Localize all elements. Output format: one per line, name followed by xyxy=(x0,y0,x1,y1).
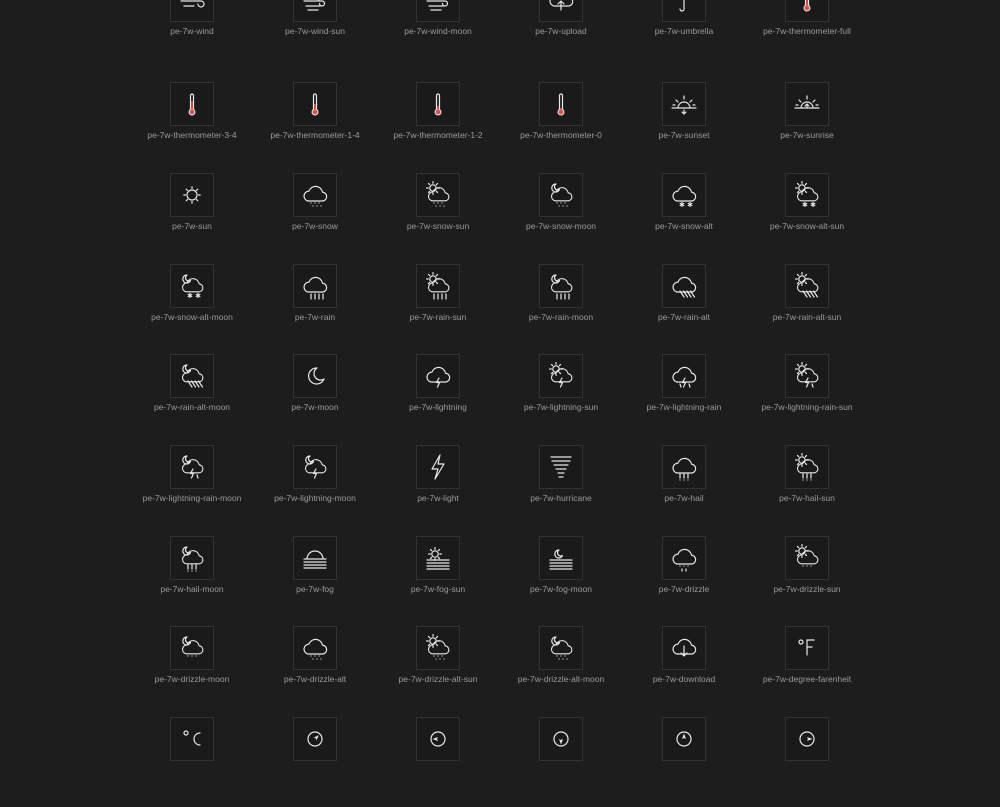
cloud-download-icon xyxy=(662,626,706,670)
icon-card[interactable]: pe-7w-lightning-rain-sun xyxy=(727,354,887,444)
icon-card[interactable] xyxy=(727,717,887,807)
fog-icon xyxy=(293,536,337,580)
icon-card[interactable]: pe-7w-drizzle-sun xyxy=(727,536,887,626)
cloud-lightning-moon-icon xyxy=(293,445,337,489)
moon-icon xyxy=(293,354,337,398)
compass-north-east-icon xyxy=(293,717,337,761)
icon-grid: pe-7w-wind pe-7w-wind-sun pe-7w-wind-moon p… xyxy=(0,0,1000,761)
cloud-rain-alt-moon-icon xyxy=(170,354,214,398)
sun-icon xyxy=(170,173,214,217)
cloud-lightning-rain-icon xyxy=(662,354,706,398)
icon-card[interactable]: pe-7w-thermometer-full xyxy=(727,0,887,68)
icon-class-label: pe-7w-thermometer-full xyxy=(763,26,851,36)
icon-class-label: pe-7w-drizzle-sun xyxy=(773,584,841,594)
cloud-rain-alt-sun-icon xyxy=(785,264,829,308)
degree-celsius-icon xyxy=(170,717,214,761)
cloud-lightning-sun-icon xyxy=(539,354,583,398)
cloud-drizzle-icon xyxy=(662,536,706,580)
svg-text:✱ ✱: ✱ ✱ xyxy=(802,201,816,209)
cloud-hail-moon-icon xyxy=(170,536,214,580)
cloud-hail-sun-icon xyxy=(785,445,829,489)
sunrise-icon xyxy=(785,82,829,126)
compass-north-icon xyxy=(662,717,706,761)
bolt-icon xyxy=(416,445,460,489)
umbrella-icon xyxy=(662,0,706,22)
compass-south-icon xyxy=(539,717,583,761)
cloud-upload-icon xyxy=(539,0,583,22)
icon-card[interactable]: pe-7w-sunrise xyxy=(727,82,887,172)
cloud-snow-moon-icon xyxy=(539,173,583,217)
cloud-lightning-icon xyxy=(416,354,460,398)
cloud-rain-moon-icon xyxy=(539,264,583,308)
icon-class-label: pe-7w-degree-farenheit xyxy=(762,674,852,684)
icon-class-label: pe-7w-rain-alt-sun xyxy=(772,312,842,322)
icon-class-label: pe-7w-snow-alt-sun xyxy=(769,221,845,231)
svg-text:✱ ✱: ✱ ✱ xyxy=(679,201,693,209)
thermometer-1-2-icon xyxy=(416,82,460,126)
fog-sun-icon xyxy=(416,536,460,580)
sunset-icon xyxy=(662,82,706,126)
cloud-hail-icon xyxy=(662,445,706,489)
icon-card[interactable]: pe-7w-hail-sun xyxy=(727,445,887,535)
cloud-lightning-rain-moon-icon xyxy=(170,445,214,489)
cloud-drizzle-sun-icon xyxy=(785,536,829,580)
thermometer-full-icon xyxy=(785,0,829,22)
wind-sun-icon xyxy=(293,0,337,22)
wind-moon-icon xyxy=(416,0,460,22)
cloud-drizzle-alt-sun-icon xyxy=(416,626,460,670)
cloud-rain-alt-icon xyxy=(662,264,706,308)
degree-fahrenheit-icon xyxy=(785,626,829,670)
thermometer-3-4-icon xyxy=(170,82,214,126)
cloud-lightning-rain-sun-icon xyxy=(785,354,829,398)
icon-card[interactable]: pe-7w-rain-alt-sun xyxy=(727,264,887,354)
compass-east-icon xyxy=(785,717,829,761)
cloud-drizzle-alt-moon-icon xyxy=(539,626,583,670)
fog-moon-icon xyxy=(539,536,583,580)
icon-class-label: pe-7w-hail-sun xyxy=(779,493,835,503)
cloud-snowflakes-moon-icon: ✱ ✱ xyxy=(170,264,214,308)
cloud-snow-sun-icon xyxy=(416,173,460,217)
icon-class-label: pe-7w-sunrise xyxy=(780,130,834,140)
cloud-snowflakes-icon: ✱ ✱ xyxy=(662,173,706,217)
cloud-rain-icon xyxy=(293,264,337,308)
icon-class-label: pe-7w-lightning-rain-sun xyxy=(761,402,853,412)
icon-card[interactable]: pe-7w-degree-farenheit xyxy=(727,626,887,716)
cloud-drizzle-moon-icon xyxy=(170,626,214,670)
cloud-drizzle-alt-icon xyxy=(293,626,337,670)
wind-icon xyxy=(170,0,214,22)
cloud-snowflakes-sun-icon: ✱ ✱ xyxy=(785,173,829,217)
thermometer-1-4-icon xyxy=(293,82,337,126)
thermometer-0-icon xyxy=(539,82,583,126)
cloud-snow-icon xyxy=(293,173,337,217)
cloud-rain-sun-icon xyxy=(416,264,460,308)
compass-west-icon xyxy=(416,717,460,761)
svg-text:✱ ✱: ✱ ✱ xyxy=(187,292,201,300)
icon-card[interactable]: ✱ ✱ pe-7w-snow-alt-sun xyxy=(727,173,887,263)
hurricane-icon xyxy=(539,445,583,489)
